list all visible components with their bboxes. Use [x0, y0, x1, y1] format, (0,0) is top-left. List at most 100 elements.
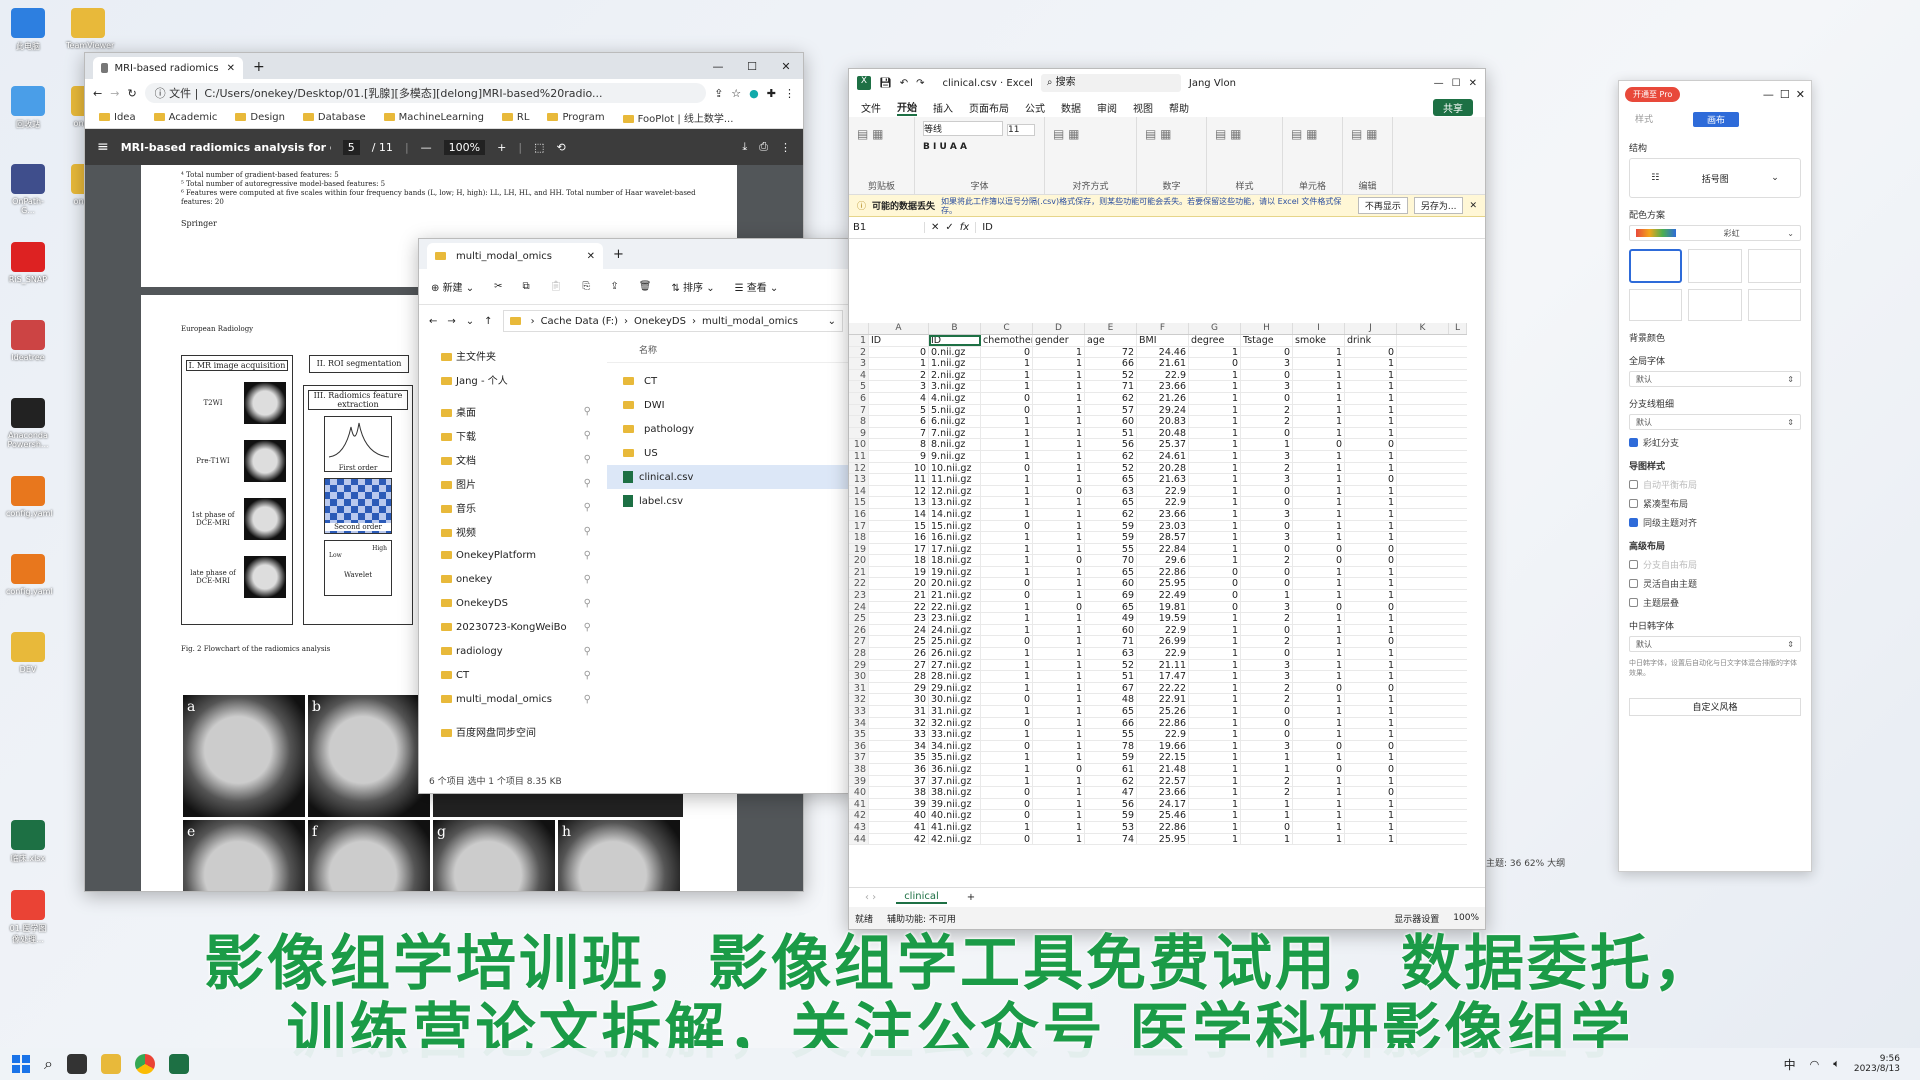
- cell[interactable]: 2.nii.gz: [929, 369, 981, 381]
- cell[interactable]: 22.9: [1137, 369, 1189, 381]
- cell[interactable]: 26: [869, 648, 929, 659]
- cell[interactable]: 3: [1241, 381, 1293, 392]
- desktop-icon[interactable]: TeamViewer: [66, 8, 114, 50]
- file-row[interactable]: US: [607, 441, 853, 465]
- cell[interactable]: 20.48: [1137, 427, 1189, 439]
- row-number[interactable]: 41: [849, 798, 869, 810]
- desktop-icon[interactable]: Anaconda Powersh...: [6, 398, 50, 449]
- cell[interactable]: 38.nii.gz: [929, 787, 981, 798]
- column-header[interactable]: G: [1189, 323, 1241, 334]
- cell[interactable]: 21.nii.gz: [929, 590, 981, 601]
- row-number[interactable]: 33: [849, 706, 869, 717]
- cell[interactable]: 0: [981, 798, 1033, 810]
- forward-icon[interactable]: →: [110, 87, 119, 100]
- row-number[interactable]: 28: [849, 648, 869, 659]
- cell[interactable]: 1: [1033, 590, 1085, 601]
- cell[interactable]: 1: [1345, 624, 1397, 636]
- cell[interactable]: 1: [1345, 775, 1397, 787]
- cell[interactable]: 0: [1189, 590, 1241, 601]
- cell[interactable]: 1.nii.gz: [929, 358, 981, 369]
- explorer-tab[interactable]: multi_modal_omics ✕: [427, 243, 603, 269]
- ime-indicator[interactable]: 中: [1784, 1056, 1796, 1073]
- ribbon-icons[interactable]: ▤ ▦: [1351, 127, 1384, 141]
- column-header[interactable]: J: [1345, 323, 1397, 334]
- sidebar-item[interactable]: CT ⚲: [419, 663, 599, 687]
- puzzle-icon[interactable]: ✚: [767, 87, 776, 100]
- cell[interactable]: 1: [1033, 729, 1085, 740]
- row-number[interactable]: 20: [849, 555, 869, 566]
- cell[interactable]: 1: [1345, 648, 1397, 659]
- cell[interactable]: 2: [1241, 404, 1293, 416]
- forward-icon[interactable]: →: [447, 316, 455, 327]
- cell[interactable]: 0: [1345, 682, 1397, 694]
- cell[interactable]: 1: [869, 358, 929, 369]
- cell[interactable]: 1: [1293, 798, 1345, 810]
- cell[interactable]: 0: [1189, 578, 1241, 590]
- cell[interactable]: 1: [1293, 590, 1345, 601]
- cell[interactable]: 24.61: [1137, 450, 1189, 462]
- close-icon[interactable]: ✕: [587, 251, 595, 262]
- column-header[interactable]: K: [1397, 323, 1449, 334]
- cell[interactable]: 28: [869, 671, 929, 682]
- cell[interactable]: 0: [1241, 729, 1293, 740]
- cell[interactable]: 22.9: [1137, 485, 1189, 497]
- desktop-icon[interactable]: config.yaml: [6, 554, 53, 596]
- cell[interactable]: 1: [1293, 392, 1345, 404]
- cell[interactable]: 1: [1033, 740, 1085, 752]
- cell[interactable]: 1: [1189, 752, 1241, 763]
- header-cell[interactable]: smoke: [1293, 335, 1345, 346]
- cell[interactable]: 2: [1241, 694, 1293, 705]
- cell[interactable]: 1: [1189, 671, 1241, 682]
- cell[interactable]: 65: [1085, 566, 1137, 578]
- cell[interactable]: 1: [981, 682, 1033, 694]
- cell[interactable]: 0: [1345, 439, 1397, 450]
- cell[interactable]: 63: [1085, 648, 1137, 659]
- cell[interactable]: 40.nii.gz: [929, 810, 981, 821]
- cell[interactable]: 1: [1293, 369, 1345, 381]
- cell[interactable]: 8.nii.gz: [929, 439, 981, 450]
- cell[interactable]: 72: [1085, 346, 1137, 358]
- cell[interactable]: 61: [1085, 763, 1137, 775]
- cell[interactable]: 23.66: [1137, 787, 1189, 798]
- cell[interactable]: 25.26: [1137, 706, 1189, 717]
- cell[interactable]: 3.nii.gz: [929, 381, 981, 392]
- advanced-option[interactable]: 主题层叠: [1629, 596, 1801, 609]
- row-number[interactable]: 38: [849, 763, 869, 775]
- cell[interactable]: 1: [1189, 543, 1241, 555]
- cell[interactable]: 1: [1033, 775, 1085, 787]
- header-cell[interactable]: age: [1085, 335, 1137, 346]
- zoom-in-icon[interactable]: +: [497, 141, 506, 154]
- view-button[interactable]: ☰ 查看 ⌄: [735, 279, 779, 294]
- header-cell[interactable]: drink: [1345, 335, 1397, 346]
- cell[interactable]: 0: [1293, 763, 1345, 775]
- cell[interactable]: 1: [1293, 358, 1345, 369]
- cell[interactable]: 1: [1033, 462, 1085, 474]
- cell[interactable]: 1: [1189, 555, 1241, 566]
- cell[interactable]: 0: [1241, 485, 1293, 497]
- cell[interactable]: 2: [1241, 636, 1293, 648]
- cell[interactable]: 1: [1293, 810, 1345, 821]
- cell[interactable]: 1: [1189, 682, 1241, 694]
- cell[interactable]: 51: [1085, 427, 1137, 439]
- cell[interactable]: 1: [1189, 717, 1241, 729]
- cell[interactable]: 33: [869, 729, 929, 740]
- pro-badge[interactable]: 开通至 Pro: [1625, 87, 1681, 102]
- cell[interactable]: 1: [1033, 508, 1085, 520]
- cell[interactable]: 7: [869, 427, 929, 439]
- cell[interactable]: 1: [1033, 821, 1085, 833]
- column-header[interactable]: E: [1085, 323, 1137, 334]
- cell[interactable]: 1: [981, 543, 1033, 555]
- cell[interactable]: 1: [1293, 416, 1345, 427]
- cell[interactable]: 0: [1345, 543, 1397, 555]
- cell[interactable]: 0: [1293, 555, 1345, 566]
- cell[interactable]: 20.28: [1137, 462, 1189, 474]
- cell[interactable]: 0: [1345, 636, 1397, 648]
- header-cell[interactable]: BMI: [1137, 335, 1189, 346]
- cell[interactable]: 1: [1189, 520, 1241, 532]
- cell[interactable]: 0: [1241, 717, 1293, 729]
- desktop-icon[interactable]: DEV: [6, 632, 50, 674]
- sidebar-item[interactable]: 下载 ⚲: [419, 423, 599, 447]
- column-header[interactable]: F: [1137, 323, 1189, 334]
- cell[interactable]: 1: [981, 659, 1033, 671]
- sidebar-item[interactable]: 图片 ⚲: [419, 471, 599, 495]
